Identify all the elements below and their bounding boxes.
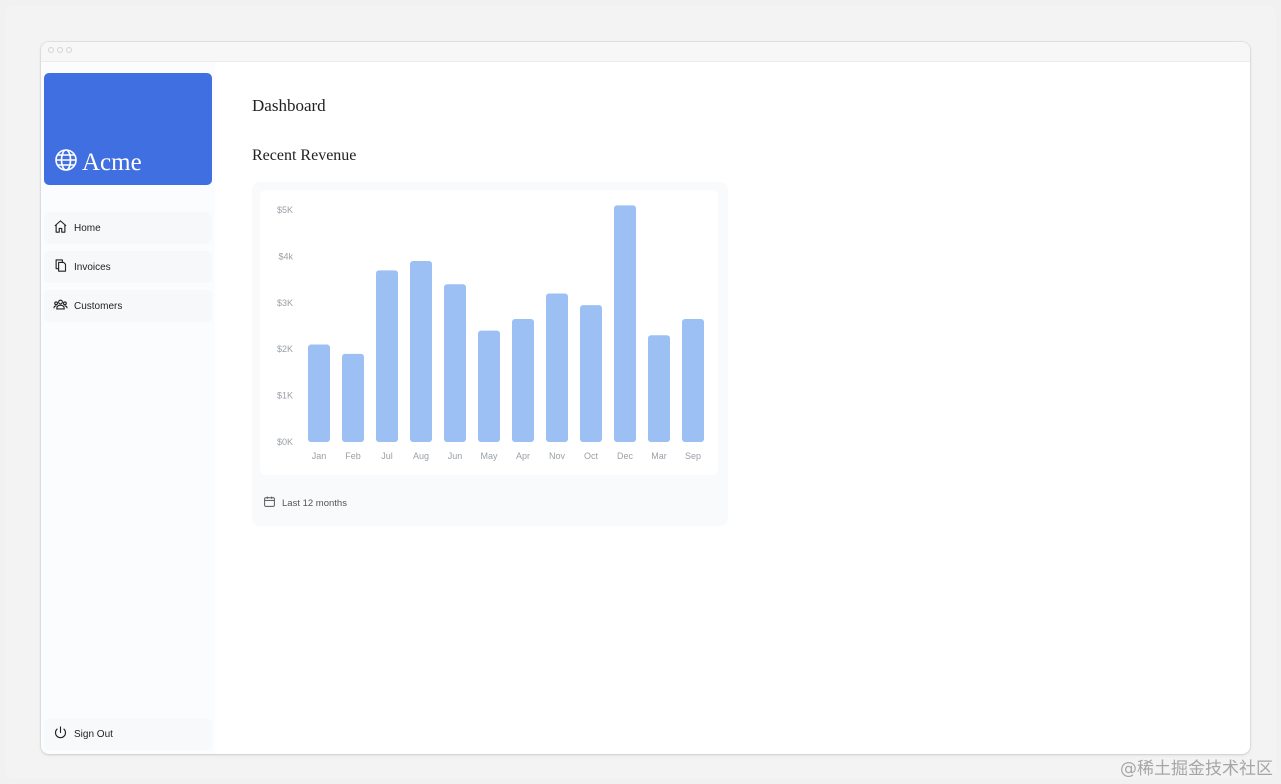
bar-apr[interactable] bbox=[512, 319, 534, 442]
bar-oct[interactable] bbox=[580, 305, 602, 442]
document-duplicate-icon bbox=[53, 258, 68, 276]
x-tick-label: Apr bbox=[516, 451, 530, 461]
bar-jan[interactable] bbox=[308, 344, 330, 442]
bar-sep[interactable] bbox=[682, 319, 704, 442]
app-window: Acme Home Invoices Customers Sign Out Da… bbox=[41, 42, 1250, 754]
bar-jul[interactable] bbox=[376, 270, 398, 442]
home-icon bbox=[53, 219, 68, 237]
power-icon bbox=[53, 725, 68, 743]
bar-dec[interactable] bbox=[614, 205, 636, 442]
watermark: @稀土掘金技术社区 bbox=[1120, 759, 1273, 779]
sidebar-item-home[interactable]: Home bbox=[44, 212, 212, 244]
y-tick-label: $5K bbox=[277, 205, 293, 215]
x-tick-label: Jan bbox=[312, 451, 327, 461]
sidebar-item-label: Invoices bbox=[74, 261, 111, 273]
y-tick-label: $0K bbox=[277, 437, 293, 447]
revenue-chart: $5K $4k $3K $2K $1K $0K Jan Feb Jul Aug Jun May Apr N… bbox=[277, 205, 704, 461]
minimize-window-button[interactable] bbox=[57, 47, 63, 53]
bar-mar[interactable] bbox=[648, 335, 670, 442]
sidebar-item-label: Home bbox=[74, 222, 101, 234]
bar-may[interactable] bbox=[478, 330, 500, 442]
brand-logo[interactable]: Acme bbox=[44, 73, 212, 185]
x-tick-label: Feb bbox=[345, 451, 361, 461]
sign-out-button[interactable]: Sign Out bbox=[44, 718, 212, 750]
card-footer: Last 12 months bbox=[263, 495, 347, 511]
x-tick-label: Oct bbox=[584, 451, 599, 461]
user-group-icon bbox=[53, 297, 68, 315]
y-tick-label: $2K bbox=[277, 344, 293, 354]
x-tick-label: Aug bbox=[413, 451, 429, 461]
x-tick-label: Nov bbox=[549, 451, 566, 461]
globe-icon bbox=[54, 148, 78, 177]
close-window-button[interactable] bbox=[48, 47, 54, 53]
bar-aug[interactable] bbox=[410, 261, 432, 442]
screenshot-frame: Acme Home Invoices Customers Sign Out Da… bbox=[5, 5, 1276, 779]
revenue-chart-panel: $5K $4k $3K $2K $1K $0K Jan Feb Jul Aug Jun May Apr N… bbox=[260, 190, 718, 475]
window-controls bbox=[48, 47, 72, 53]
revenue-card: $5K $4k $3K $2K $1K $0K Jan Feb Jul Aug Jun May Apr N… bbox=[252, 182, 728, 526]
bar-nov[interactable] bbox=[546, 293, 568, 442]
bar-feb[interactable] bbox=[342, 353, 364, 442]
sidebar-item-invoices[interactable]: Invoices bbox=[44, 251, 212, 283]
x-tick-label: Mar bbox=[651, 451, 667, 461]
brand-name: Acme bbox=[82, 148, 142, 176]
calendar-icon bbox=[263, 495, 276, 511]
section-title: Recent Revenue bbox=[252, 147, 357, 164]
x-tick-label: May bbox=[480, 451, 498, 461]
y-tick-label: $4k bbox=[278, 251, 293, 261]
zoom-window-button[interactable] bbox=[66, 47, 72, 53]
y-tick-label: $3K bbox=[277, 298, 293, 308]
period-label: Last 12 months bbox=[282, 497, 347, 509]
page-title: Dashboard bbox=[252, 96, 326, 115]
x-tick-label: Jun bbox=[448, 451, 463, 461]
x-tick-label: Dec bbox=[617, 451, 634, 461]
sidebar-item-customers[interactable]: Customers bbox=[44, 290, 212, 322]
bar-jun[interactable] bbox=[444, 284, 466, 442]
sidebar-item-label: Customers bbox=[74, 300, 123, 312]
main-content: Dashboard Recent Revenue $5K $4k $3K $2K $1K… bbox=[252, 62, 1250, 754]
y-tick-label: $1K bbox=[277, 391, 293, 401]
sign-out-label: Sign Out bbox=[74, 728, 113, 740]
title-bar bbox=[41, 42, 1250, 62]
x-tick-label: Sep bbox=[685, 451, 701, 461]
sidebar: Acme Home Invoices Customers Sign Out bbox=[41, 62, 215, 754]
x-tick-label: Jul bbox=[381, 451, 393, 461]
